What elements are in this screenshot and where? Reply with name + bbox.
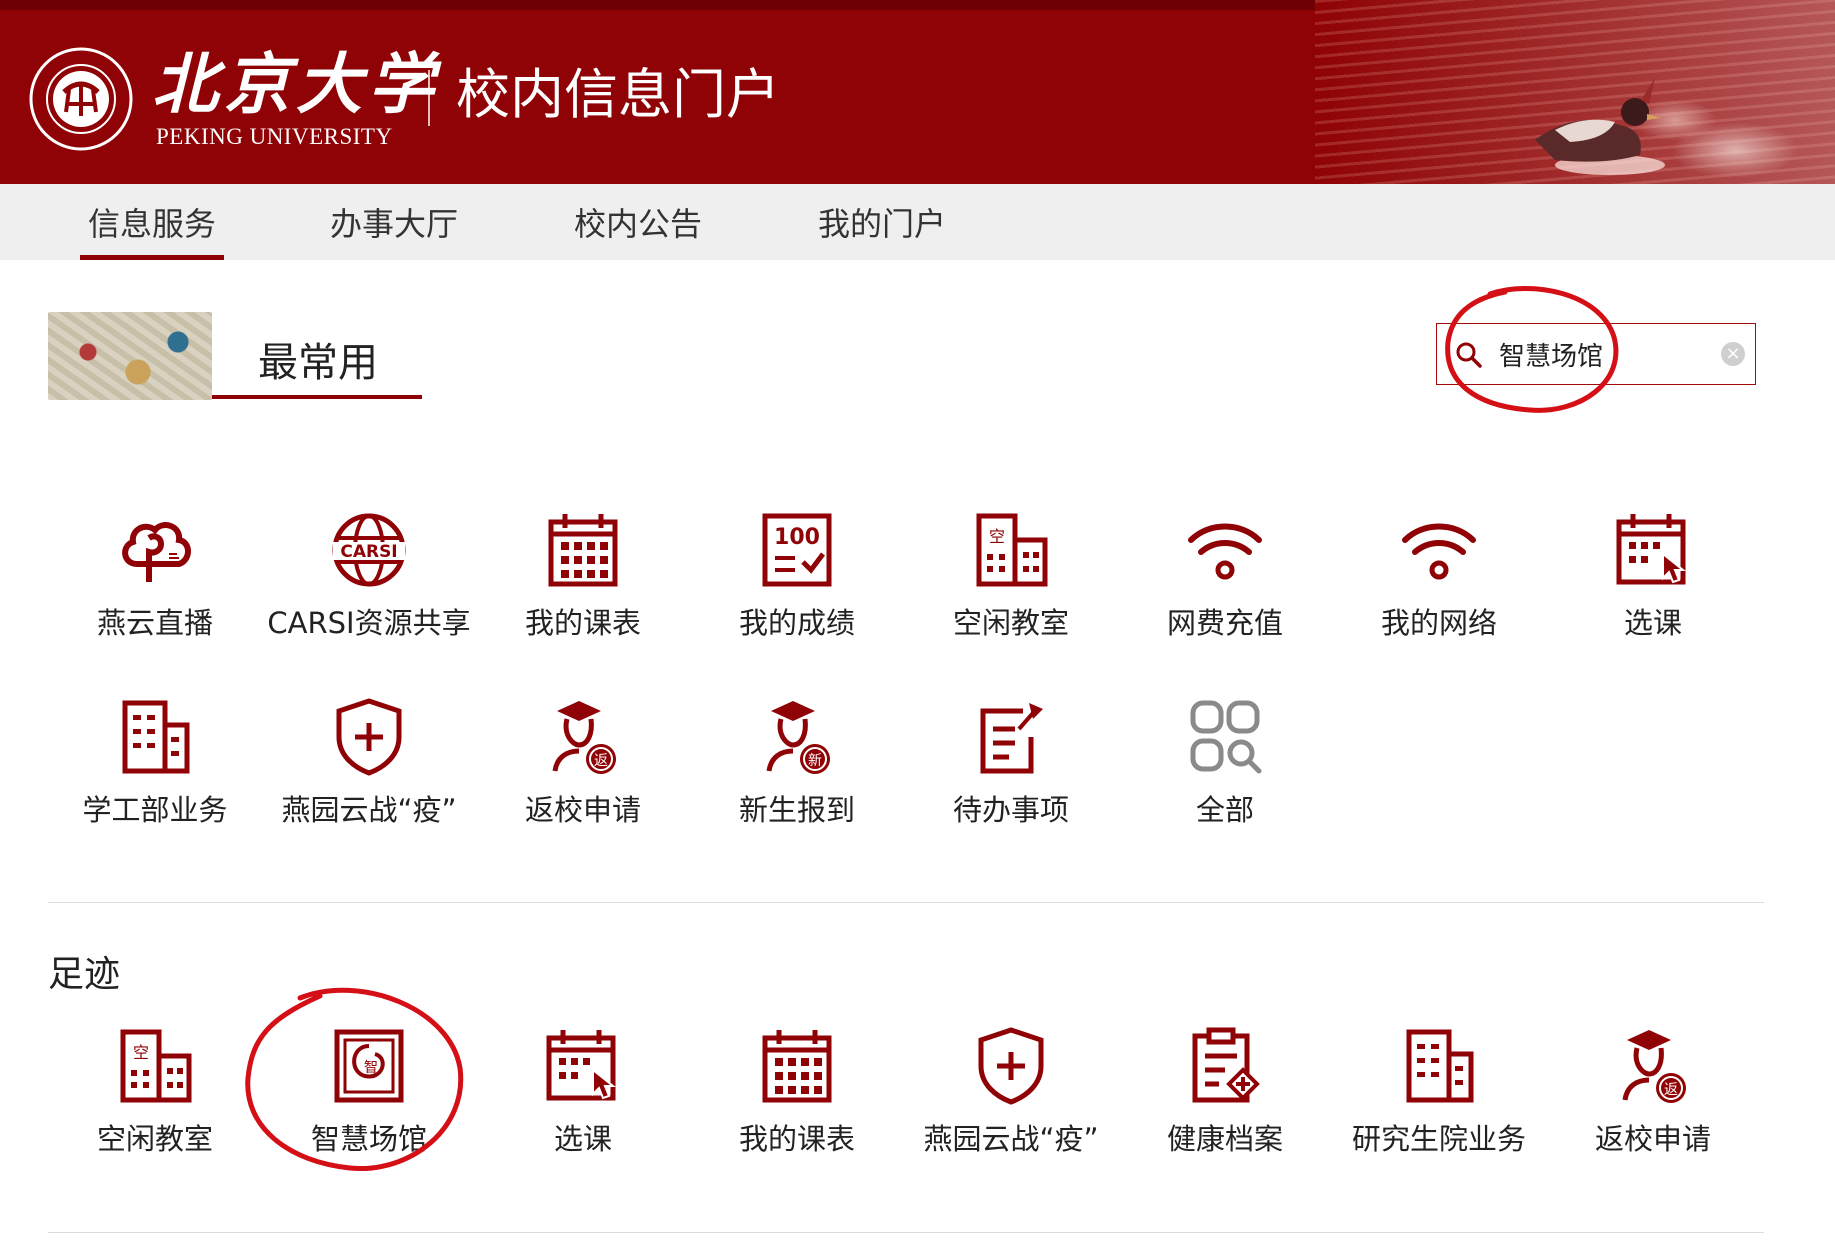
- app-all[interactable]: 全部: [1118, 697, 1332, 847]
- app-label: 返校申请: [524, 793, 641, 827]
- section-divider: [48, 902, 1764, 903]
- health-record-icon: [1192, 1027, 1260, 1103]
- app-label: 空闲教室: [96, 1122, 213, 1156]
- app-label: 空闲教室: [952, 606, 1069, 640]
- app-my-scores[interactable]: 100 我的成绩: [690, 510, 904, 660]
- app-label: 新生报到: [738, 793, 855, 827]
- app-label: 待办事项: [952, 793, 1069, 827]
- app-yanyun-live[interactable]: 燕云直播: [48, 510, 262, 660]
- app-free-classroom[interactable]: 空 空闲教室: [904, 510, 1118, 660]
- graduate-new-icon: 新: [766, 701, 830, 774]
- calendar-click-icon: [546, 1030, 616, 1101]
- app-label: 学工部业务: [82, 793, 228, 827]
- app-label: 燕园云战“疫”: [923, 1122, 1099, 1156]
- svg-text:空: 空: [133, 1043, 149, 1062]
- app-label: 全部: [1195, 793, 1254, 827]
- app-label: 燕云直播: [96, 606, 213, 640]
- app-course-selection[interactable]: 选课: [1546, 510, 1760, 660]
- all-apps-icon: [1190, 700, 1262, 774]
- search-icon[interactable]: [1455, 341, 1483, 369]
- app-carsi[interactable]: CARSI CARSI资源共享: [262, 510, 476, 660]
- app-label: CARSI资源共享: [267, 606, 471, 640]
- bird-illustration: [1535, 78, 1665, 175]
- building-icon: [122, 700, 190, 774]
- todo-pin-icon: [980, 703, 1043, 774]
- cloud-broadcast-icon: [122, 522, 191, 582]
- calendar-icon: [762, 1030, 832, 1103]
- app-label: 返校申请: [1594, 1122, 1711, 1156]
- header-banner-photo: [1315, 0, 1835, 184]
- app-label: 健康档案: [1166, 1122, 1283, 1156]
- shield-plus-icon: [978, 1027, 1044, 1105]
- app-net-recharge[interactable]: 网费充值: [1118, 510, 1332, 660]
- app-my-schedule[interactable]: 我的课表: [476, 510, 690, 660]
- app-my-network[interactable]: 我的网络: [1332, 510, 1546, 660]
- building-icon: [1406, 1029, 1474, 1103]
- app-label: 我的网络: [1380, 606, 1497, 640]
- footprint-course-selection[interactable]: 选课: [476, 1026, 690, 1176]
- footprint-return-application[interactable]: 返 返校申请: [1546, 1026, 1760, 1176]
- app-label: 我的课表: [738, 1122, 855, 1156]
- svg-text:智: 智: [364, 1060, 378, 1076]
- section-title-underline: [212, 395, 422, 399]
- app-return-application[interactable]: 返 返校申请: [476, 697, 690, 847]
- app-label: 研究生院业务: [1351, 1122, 1526, 1156]
- calendar-click-icon: [1616, 514, 1686, 585]
- most-used-title: 最常用: [258, 340, 378, 386]
- search-box[interactable]: ×: [1436, 323, 1756, 385]
- app-label: 选课: [553, 1122, 612, 1156]
- tab-service-hall[interactable]: 办事大厅: [330, 184, 458, 260]
- footprint-health-record[interactable]: 健康档案: [1118, 1026, 1332, 1176]
- graduate-return-icon: 返: [552, 701, 616, 774]
- svg-text:新: 新: [808, 753, 822, 769]
- footprint-smart-venue[interactable]: 智 智慧场馆: [262, 1026, 476, 1176]
- app-freshman-register[interactable]: 新 新生报到: [690, 697, 904, 847]
- app-todo[interactable]: 待办事项: [904, 697, 1118, 847]
- portal-title: 校内信息门户: [456, 63, 780, 126]
- calendar-icon: [548, 514, 618, 587]
- svg-text:100: 100: [774, 525, 820, 550]
- svg-text:返: 返: [594, 753, 608, 769]
- tab-info-services[interactable]: 信息服务: [79, 184, 225, 260]
- main-nav: 信息服务 办事大厅 校内公告 我的门户: [0, 184, 1835, 260]
- graduate-return-icon: 返: [1622, 1030, 1686, 1103]
- footprint-covid-fight[interactable]: 燕园云战“疫”: [904, 1026, 1118, 1176]
- footprint-title: 足迹: [48, 954, 121, 995]
- footprint-graduate-school[interactable]: 研究生院业务: [1332, 1026, 1546, 1176]
- wifi-icon: [1188, 523, 1262, 580]
- app-label: 选课: [1623, 606, 1682, 640]
- score-100-icon: 100: [762, 513, 832, 587]
- footprint-free-classroom[interactable]: 空 空闲教室: [48, 1026, 262, 1176]
- tab-my-portal[interactable]: 我的门户: [818, 184, 946, 260]
- svg-text:返: 返: [1664, 1082, 1678, 1098]
- app-label: 燕园云战“疫”: [281, 793, 457, 827]
- svg-text:空: 空: [989, 527, 1005, 546]
- wifi-icon: [1402, 523, 1476, 580]
- app-label: 我的成绩: [738, 606, 855, 640]
- portal-header: 北京大学 PEKING UNIVERSITY 校内信息门户: [0, 0, 1835, 184]
- header-divider: [428, 70, 430, 126]
- carsi-globe-icon: CARSI: [332, 513, 406, 587]
- clear-search-icon[interactable]: ×: [1721, 342, 1745, 366]
- shield-plus-icon: [336, 698, 402, 776]
- footprint-my-schedule[interactable]: 我的课表: [690, 1026, 904, 1176]
- search-input[interactable]: [1499, 334, 1699, 374]
- tab-announcements[interactable]: 校内公告: [574, 184, 702, 260]
- pku-seal-logo: [29, 47, 133, 151]
- app-label: 我的课表: [524, 606, 641, 640]
- svg-text:CARSI: CARSI: [340, 542, 397, 562]
- app-covid-fight[interactable]: 燕园云战“疫”: [262, 697, 476, 847]
- app-label: 智慧场馆: [310, 1122, 427, 1156]
- bottom-divider: [48, 1232, 1764, 1233]
- app-student-affairs[interactable]: 学工部业务: [48, 697, 262, 847]
- building-empty-icon: 空: [976, 513, 1048, 587]
- university-name-en: PEKING UNIVERSITY: [156, 124, 393, 149]
- university-name-cn: 北京大学: [152, 45, 440, 123]
- section-thumbnail-image: [48, 312, 212, 400]
- building-empty-icon: 空: [120, 1029, 192, 1103]
- app-label: 网费充值: [1166, 606, 1283, 640]
- smart-venue-icon: 智: [334, 1029, 404, 1103]
